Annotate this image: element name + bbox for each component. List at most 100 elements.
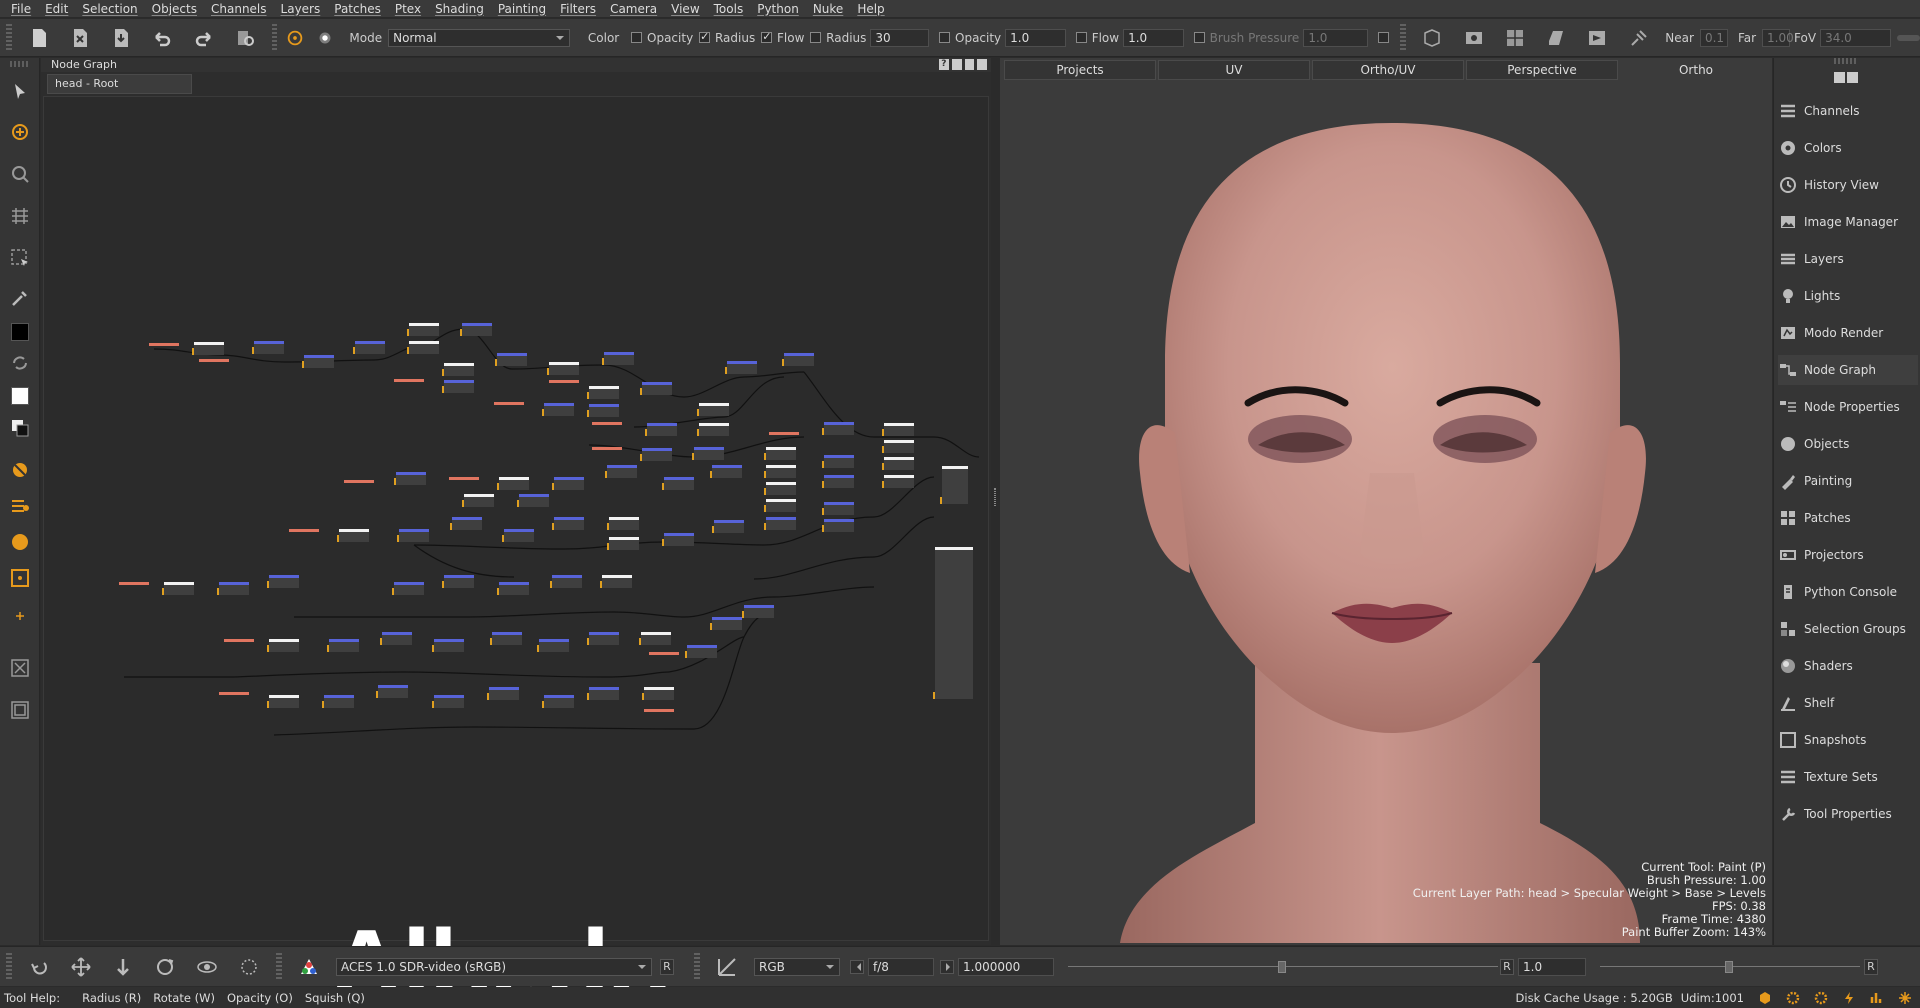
transform-tool-icon[interactable] — [8, 162, 32, 186]
graph-node[interactable] — [697, 403, 729, 416]
graph-node[interactable] — [119, 582, 149, 586]
graph-node[interactable] — [162, 582, 194, 595]
brush-pressure-checkbox[interactable] — [1193, 32, 1205, 43]
menu-view[interactable]: View — [664, 0, 706, 18]
graph-node[interactable] — [600, 575, 632, 588]
graph-node[interactable] — [587, 687, 619, 700]
graph-node[interactable] — [782, 353, 814, 366]
palette-channels[interactable]: Channels — [1778, 96, 1918, 126]
fstop-decrement[interactable] — [850, 959, 864, 974]
marquee-select-icon[interactable] — [8, 246, 32, 270]
menu-objects[interactable]: Objects — [145, 0, 204, 18]
opacity-field[interactable]: 1.0 — [1005, 28, 1066, 47]
graph-node[interactable] — [552, 517, 584, 530]
palette-snapshots[interactable]: Snapshots — [1778, 725, 1918, 755]
palette-colors[interactable]: Colors — [1778, 133, 1918, 163]
bottom-grip-2[interactable] — [276, 952, 282, 981]
graph-node[interactable] — [607, 537, 639, 550]
graph-node[interactable] — [822, 422, 854, 435]
graph-node[interactable] — [882, 440, 914, 453]
node-graph-tab-root[interactable]: head - Root — [47, 74, 192, 94]
paint-tool-icon[interactable] — [285, 23, 305, 53]
tumble-icon[interactable] — [192, 952, 222, 982]
frame-icon[interactable] — [8, 698, 32, 722]
gamma-slider[interactable] — [1600, 959, 1860, 975]
flow-pressure-checkbox[interactable] — [1075, 32, 1087, 43]
graph-node[interactable] — [640, 448, 672, 461]
status-hex-icon[interactable] — [1758, 991, 1772, 1005]
graph-node[interactable] — [289, 529, 319, 533]
sparkle-icon[interactable] — [8, 604, 32, 628]
graph-node[interactable] — [710, 465, 742, 478]
graph-node[interactable] — [542, 403, 574, 416]
graph-node[interactable] — [882, 423, 914, 436]
graph-node[interactable] — [662, 533, 694, 546]
graph-node[interactable] — [267, 639, 299, 652]
graph-node[interactable] — [692, 447, 724, 460]
radius-field[interactable]: 30 — [870, 28, 930, 47]
swap-colors-icon[interactable] — [8, 351, 32, 375]
graph-node[interactable] — [662, 477, 694, 490]
menu-filters[interactable]: Filters — [553, 0, 603, 18]
graph-node[interactable] — [882, 475, 914, 488]
satellite-icon[interactable] — [1624, 23, 1653, 53]
graph-node-shader-output[interactable] — [933, 547, 973, 699]
3d-viewport[interactable]: Projects UV Ortho/UV Perspective Ortho C… — [1000, 58, 1772, 945]
eyedropper-icon[interactable] — [8, 286, 32, 310]
reset-exposure-button[interactable]: R — [1500, 958, 1514, 975]
graph-node[interactable] — [407, 341, 439, 354]
graph-node[interactable] — [322, 695, 354, 708]
palette-tool-properties[interactable]: Tool Properties — [1778, 799, 1918, 829]
camera-view-icon[interactable] — [1583, 23, 1612, 53]
graph-node[interactable] — [639, 632, 671, 645]
bottom-grip[interactable] — [6, 952, 12, 981]
tab-projects[interactable]: Projects — [1004, 60, 1156, 80]
menu-help[interactable]: Help — [850, 0, 891, 18]
graph-node[interactable] — [449, 477, 479, 481]
graph-node[interactable] — [602, 352, 634, 365]
palette-objects[interactable]: Objects — [1778, 429, 1918, 459]
status-sparkle-icon[interactable] — [1898, 991, 1912, 1005]
channel-select[interactable]: RGB — [754, 957, 840, 976]
grid-tool-icon[interactable] — [8, 204, 32, 228]
near-field[interactable]: 0.1 — [1699, 28, 1728, 47]
palette-projectors[interactable]: Projectors — [1778, 540, 1918, 570]
shading-icon[interactable] — [1541, 23, 1570, 53]
graph-node[interactable] — [822, 519, 854, 532]
graph-node[interactable] — [450, 517, 482, 530]
palette-shelf[interactable]: Shelf — [1778, 688, 1918, 718]
graph-node[interactable] — [552, 477, 584, 490]
brush-pressure-field[interactable]: 1.0 — [1303, 28, 1368, 47]
status-gear-icon-2[interactable] — [1814, 991, 1828, 1005]
menu-painting[interactable]: Painting — [491, 0, 553, 18]
menu-edit[interactable]: Edit — [38, 0, 75, 18]
palette-lights[interactable]: Lights — [1778, 281, 1918, 311]
fov-field[interactable]: 34.0 — [1820, 28, 1891, 47]
float-icon[interactable] — [951, 59, 962, 70]
visibility-icon[interactable] — [1459, 23, 1488, 53]
graph-node[interactable] — [644, 709, 674, 713]
graph-node[interactable] — [432, 695, 464, 708]
wireframe-icon[interactable] — [1418, 23, 1447, 53]
status-bars-icon[interactable] — [1870, 991, 1884, 1005]
graph-node[interactable] — [337, 529, 369, 542]
orbit-icon[interactable] — [150, 952, 180, 982]
exposure-field[interactable]: 1.000000 — [958, 957, 1054, 976]
graph-node[interactable] — [460, 323, 492, 336]
graph-node[interactable] — [380, 632, 412, 645]
fstop-increment[interactable] — [940, 959, 954, 974]
graph-node[interactable] — [605, 465, 637, 478]
new-project-icon[interactable] — [24, 23, 53, 53]
graph-node[interactable] — [407, 323, 439, 336]
menu-file[interactable]: File — [4, 0, 38, 18]
rotate-view-icon[interactable] — [24, 952, 54, 982]
restore-icon[interactable] — [964, 59, 975, 70]
palettes-close-icon[interactable] — [1847, 72, 1858, 83]
graph-node[interactable] — [710, 617, 742, 630]
graph-node[interactable] — [547, 362, 579, 375]
graph-node[interactable] — [397, 529, 429, 542]
graph-node[interactable] — [497, 477, 529, 490]
reset-gamma-button[interactable]: R — [1864, 958, 1878, 975]
redo-icon[interactable] — [189, 23, 218, 53]
graph-node[interactable] — [149, 343, 179, 347]
